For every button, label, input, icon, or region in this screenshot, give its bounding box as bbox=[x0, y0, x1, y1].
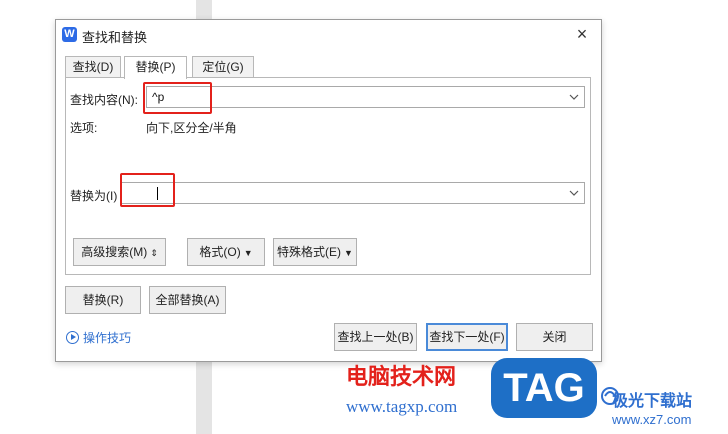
find-previous-button[interactable]: 查找上一处(B) bbox=[334, 323, 417, 351]
tab-replace[interactable]: 替换(P) bbox=[124, 56, 187, 79]
special-format-button[interactable]: 特殊格式(E) ▼ bbox=[273, 238, 357, 266]
special-format-label: 特殊格式(E) bbox=[277, 245, 342, 259]
replace-panel: 查找内容(N): ^p 选项: 向下,区分全/半角 替换为(I) 高级搜索(M)… bbox=[65, 77, 591, 275]
background-strip bbox=[196, 0, 212, 20]
watermark-site-name: 极光下载站 bbox=[612, 393, 693, 410]
tag-logo: TAG bbox=[491, 358, 597, 418]
title-bar: W 查找和替换 × bbox=[56, 20, 601, 50]
advanced-search-button[interactable]: 高级搜索(M) ⇕ bbox=[73, 238, 166, 266]
highlight-box bbox=[143, 82, 212, 114]
watermark-brand: 电脑技术网 bbox=[346, 364, 457, 389]
replace-label: 替换为(I) bbox=[70, 189, 118, 203]
format-label: 格式(O) bbox=[199, 245, 241, 259]
background-strip bbox=[196, 362, 212, 434]
watermark-site-url: www.xz7.com bbox=[612, 412, 692, 427]
tips-link[interactable]: 操作技巧 bbox=[66, 329, 131, 346]
chevron-down-icon[interactable] bbox=[568, 91, 580, 103]
find-replace-dialog: W 查找和替换 × 查找(D) 替换(P) 定位(G) 查找内容(N): ^p … bbox=[55, 19, 602, 362]
tab-find[interactable]: 查找(D) bbox=[65, 56, 121, 78]
chevron-down-icon[interactable] bbox=[568, 187, 580, 199]
close-icon[interactable]: × bbox=[573, 25, 591, 43]
double-chevron-icon: ⇕ bbox=[150, 248, 158, 258]
dropdown-arrow-icon: ▼ bbox=[243, 248, 253, 258]
close-button[interactable]: 关闭 bbox=[516, 323, 593, 351]
tab-goto[interactable]: 定位(G) bbox=[192, 56, 254, 78]
dialog-title: 查找和替换 bbox=[82, 30, 148, 45]
replace-button[interactable]: 替换(R) bbox=[65, 286, 141, 314]
replace-all-button[interactable]: 全部替换(A) bbox=[149, 286, 226, 314]
wps-logo-icon: W bbox=[62, 27, 77, 42]
play-circle-icon bbox=[66, 331, 79, 344]
format-button[interactable]: 格式(O) ▼ bbox=[187, 238, 265, 266]
find-next-button[interactable]: 查找下一处(F) bbox=[426, 323, 508, 351]
options-label: 选项: bbox=[70, 121, 98, 135]
highlight-box bbox=[120, 173, 175, 207]
replace-input[interactable] bbox=[120, 182, 585, 204]
dropdown-arrow-icon: ▼ bbox=[344, 248, 353, 258]
tips-label: 操作技巧 bbox=[83, 331, 132, 345]
options-value: 向下,区分全/半角 bbox=[146, 121, 237, 135]
watermark-url: www.tagxp.com bbox=[346, 397, 458, 416]
advanced-search-label: 高级搜索(M) bbox=[81, 245, 148, 259]
find-label: 查找内容(N): bbox=[70, 93, 138, 107]
